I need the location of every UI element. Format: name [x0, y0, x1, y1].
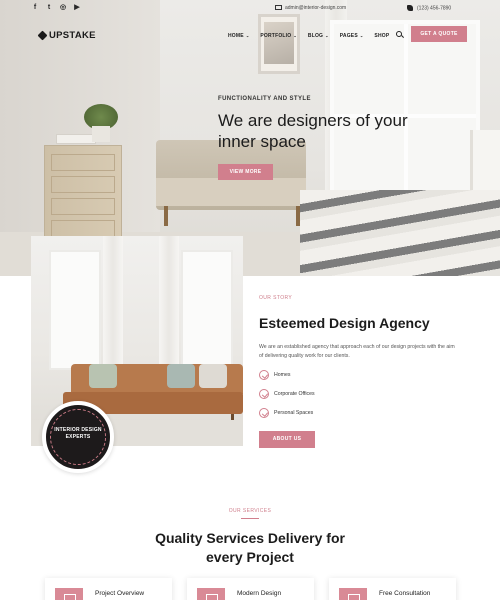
hero-books: [56, 134, 96, 144]
services-kicker: OUR SERVICES: [228, 508, 272, 514]
nav-item-shop[interactable]: SHOP: [374, 33, 389, 39]
youtube-icon[interactable]: ▶: [73, 4, 81, 12]
badge-text: INTERIOR DESIGN EXPERTS: [54, 427, 102, 440]
contact-email[interactable]: admin@interior-design.com: [275, 5, 346, 11]
nav-item-pages[interactable]: PAGES ⌄: [340, 33, 364, 39]
nav-item-blog[interactable]: BLOG ⌄: [308, 33, 329, 39]
story-kicker: OUR STORY: [259, 295, 293, 301]
main-nav: HOME ⌄ PORTFOLIO ⌄ BLOG ⌄ PAGES ⌄ SHOP: [228, 33, 400, 39]
check-circle-icon: [259, 389, 269, 399]
site-logo[interactable]: UPSTAKE: [37, 30, 96, 41]
about-us-button[interactable]: ABOUT US: [259, 431, 315, 448]
about-window: [49, 250, 101, 370]
hero-kicker: FUNCTIONALITY AND STYLE: [218, 96, 311, 102]
services-title: Quality Services Delivery for every Proj…: [0, 529, 500, 567]
top-bar: f t ◎ ▶ admin@interior-design.com (123) …: [0, 0, 500, 18]
service-card-free-consultation[interactable]: Free Consultation: [329, 578, 456, 600]
nav-item-portfolio[interactable]: PORTFOLIO ⌄: [260, 33, 297, 39]
facebook-icon[interactable]: f: [31, 4, 39, 12]
instagram-icon[interactable]: ◎: [59, 4, 67, 12]
service-card-label: Free Consultation: [379, 590, 431, 597]
hero-dresser: [44, 145, 122, 240]
hero-title: We are designers of your inner space: [218, 111, 408, 151]
nav-label: PAGES: [339, 33, 358, 39]
chevron-down-icon: ⌄: [245, 33, 250, 38]
checklist-label: Corporate Offices: [274, 391, 315, 397]
contact-phone[interactable]: (123) 456-7890: [407, 5, 451, 11]
chevron-down-icon: ⌄: [359, 33, 364, 38]
nav-label: BLOG: [307, 33, 324, 39]
briefcase-icon: [55, 588, 83, 600]
social-links: f t ◎ ▶: [31, 4, 81, 12]
hero-plant-pot: [92, 126, 110, 142]
services-title-line: every Project: [206, 549, 294, 565]
mail-icon: [275, 5, 282, 11]
logo-text: UPSTAKE: [49, 30, 96, 41]
services-divider: [241, 518, 259, 519]
about-pillow: [167, 364, 195, 388]
get-quote-button[interactable]: GET A QUOTE: [411, 26, 467, 42]
consultation-icon: [339, 588, 367, 600]
search-icon[interactable]: [396, 31, 405, 39]
check-circle-icon: [259, 408, 269, 418]
check-circle-icon: [259, 370, 269, 380]
phone-icon: [407, 5, 413, 11]
service-card-modern-design[interactable]: Modern Design: [187, 578, 314, 600]
story-title: Esteemed Design Agency: [259, 315, 430, 331]
twitter-icon[interactable]: t: [45, 4, 53, 12]
service-card-project-overview[interactable]: Project Overview: [45, 578, 172, 600]
about-pillow: [89, 364, 117, 388]
hero-sofa-seat: [156, 178, 306, 206]
contact-email-text: admin@interior-design.com: [285, 5, 347, 11]
service-card-label: Project Overview: [95, 590, 145, 597]
service-card-label: Modern Design: [237, 590, 282, 597]
logo-icon: [37, 30, 48, 41]
about-pillow: [199, 364, 227, 388]
checklist-label: Personal Spaces: [274, 410, 314, 416]
design-icon: [197, 588, 225, 600]
services-title-line: Quality Services Delivery for: [155, 530, 345, 546]
hero-bed: [300, 190, 500, 276]
checklist-label: Homes: [274, 372, 291, 378]
chevron-down-icon: ⌄: [293, 33, 297, 38]
nav-label: PORTFOLIO: [260, 33, 292, 39]
nav-label: HOME: [228, 33, 244, 39]
experts-badge: INTERIOR DESIGN EXPERTS: [42, 401, 114, 473]
view-more-button[interactable]: VIEW MORE: [218, 164, 273, 180]
hero-sofa-leg: [164, 206, 168, 226]
hero-wall-art: [264, 22, 294, 64]
chevron-down-icon: ⌄: [325, 33, 329, 38]
nav-item-home[interactable]: HOME ⌄: [228, 33, 249, 39]
contact-phone-text: (123) 456-7890: [417, 5, 452, 12]
story-text: We are an established agency that approa…: [259, 344, 455, 359]
about-window: [181, 250, 233, 370]
nav-label: SHOP: [374, 33, 390, 39]
